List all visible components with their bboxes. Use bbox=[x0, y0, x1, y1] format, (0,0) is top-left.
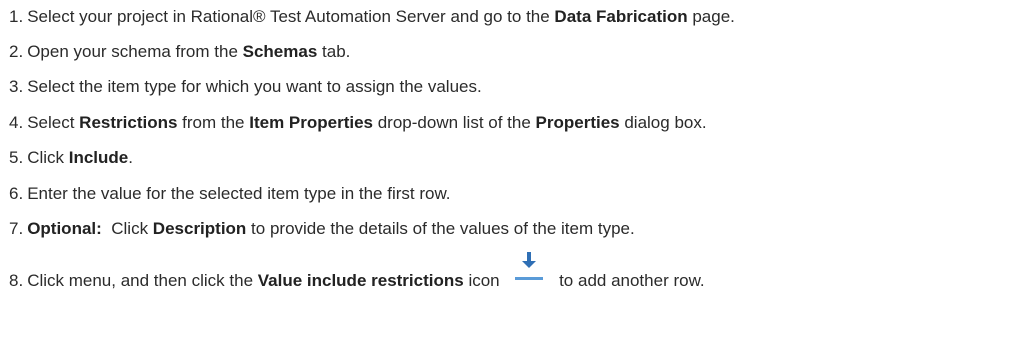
step-number: 2. bbox=[9, 42, 24, 61]
step-bold-term: Description bbox=[152, 219, 247, 238]
step-bold-term: Include bbox=[68, 148, 129, 167]
step-text: Enter the value for the selected item ty… bbox=[27, 184, 451, 203]
step-7: 7. Optional: Click Description to provide… bbox=[9, 218, 635, 240]
step-number: 8. bbox=[9, 271, 24, 290]
step-bold-term: Optional: bbox=[27, 219, 102, 238]
step-text: dialog box. bbox=[619, 113, 707, 132]
step-number: 7. bbox=[9, 219, 24, 238]
step-8: 8. Click menu, and then click the Value i… bbox=[9, 251, 705, 293]
step-number: 1. bbox=[9, 7, 24, 26]
step-1: 1. Select your project in Rational® Test … bbox=[9, 6, 735, 28]
step-bold-term: Value include restrictions bbox=[257, 271, 464, 290]
step-text: tab. bbox=[317, 42, 351, 61]
step-text: to add another row. bbox=[554, 271, 705, 290]
step-text: Select your project in Rational® Test Au… bbox=[27, 7, 555, 26]
step-text: Click bbox=[27, 148, 69, 167]
step-number: 3. bbox=[9, 77, 24, 96]
step-text: Select the item type for which you want … bbox=[27, 77, 482, 96]
step-4: 4. Select Restrictions from the Item Prop… bbox=[9, 112, 707, 134]
step-bold-term: Data Fabrication bbox=[554, 7, 688, 26]
step-6: 6. Enter the value for the selected item … bbox=[9, 183, 451, 205]
step-bold-term: Item Properties bbox=[249, 113, 373, 132]
download-icon bbox=[504, 251, 554, 293]
step-text: page. bbox=[687, 7, 735, 26]
step-bold-term: Schemas bbox=[242, 42, 318, 61]
step-text: Click bbox=[101, 219, 153, 238]
step-text: Click menu, and then click the bbox=[27, 271, 258, 290]
step-text: from the bbox=[177, 113, 250, 132]
step-text: drop-down list of the bbox=[373, 113, 536, 132]
step-5: 5. Click Include. bbox=[9, 147, 133, 169]
step-text: Select bbox=[27, 113, 80, 132]
step-number: 5. bbox=[9, 148, 24, 167]
step-bold-term: Restrictions bbox=[79, 113, 178, 132]
step-text: Open your schema from the bbox=[27, 42, 243, 61]
step-text: . bbox=[128, 148, 133, 167]
step-3: 3. Select the item type for which you wan… bbox=[9, 76, 482, 98]
step-text: to provide the details of the values of … bbox=[246, 219, 635, 238]
step-2: 2. Open your schema from the Schemas tab. bbox=[9, 41, 350, 63]
step-number: 4. bbox=[9, 113, 24, 132]
step-bold-term: Properties bbox=[535, 113, 620, 132]
step-number: 6. bbox=[9, 184, 24, 203]
step-text: icon bbox=[463, 271, 505, 290]
